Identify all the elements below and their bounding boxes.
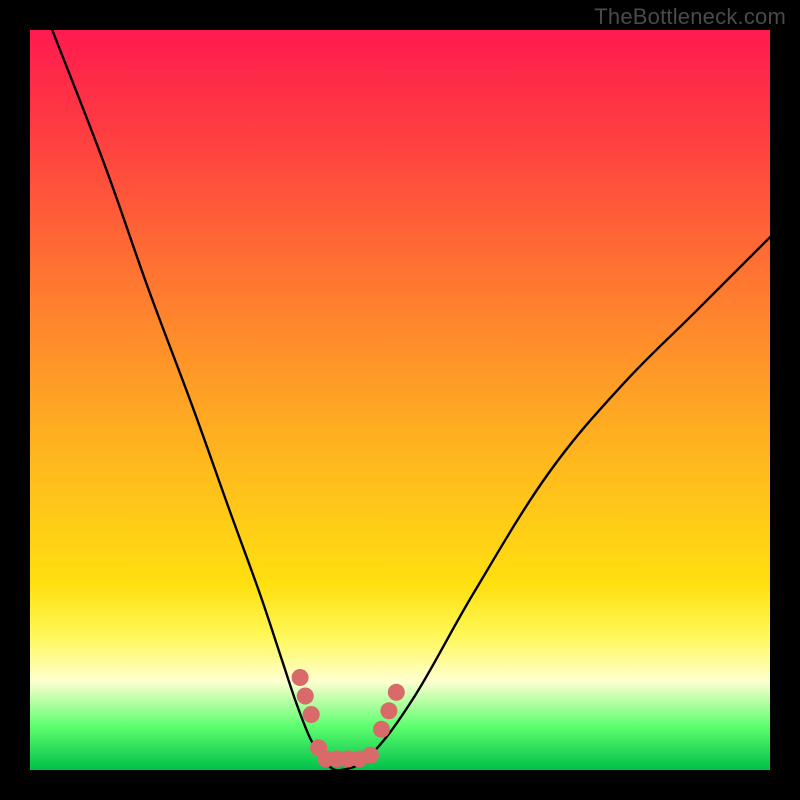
marker-dot: [292, 669, 309, 686]
marker-dot: [362, 747, 379, 764]
marker-cluster: [292, 669, 405, 767]
marker-dot: [388, 684, 405, 701]
chart-svg: [30, 30, 770, 770]
chart-frame: TheBottleneck.com: [0, 0, 800, 800]
plot-area: [30, 30, 770, 770]
marker-dot: [303, 706, 320, 723]
watermark-text: TheBottleneck.com: [594, 4, 786, 30]
bottleneck-curve: [52, 30, 770, 770]
marker-dot: [373, 721, 390, 738]
marker-dot: [380, 702, 397, 719]
marker-dot: [297, 687, 314, 704]
